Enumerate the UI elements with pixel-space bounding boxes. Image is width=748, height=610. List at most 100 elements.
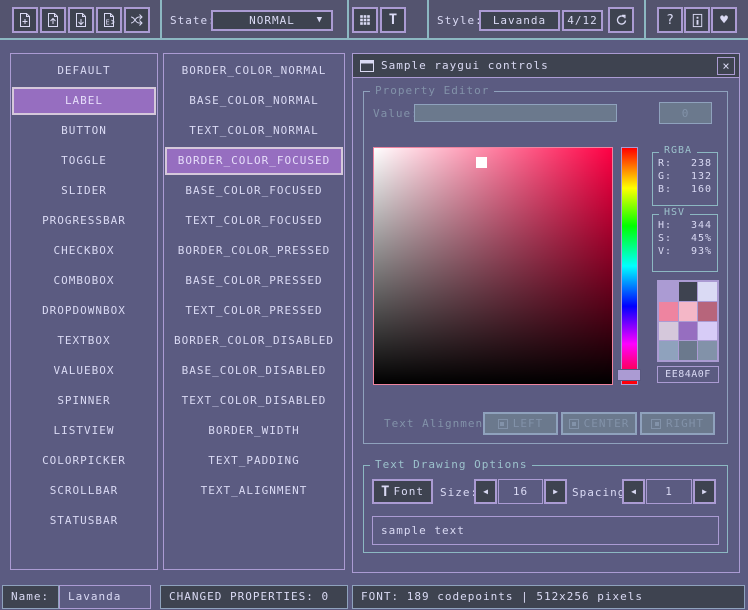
align-center-button[interactable]: CENTER (561, 412, 637, 435)
style-color-swatch (698, 282, 717, 301)
controls-list-item[interactable]: STATUSBAR (11, 506, 157, 536)
properties-list-item[interactable]: BORDER_COLOR_FOCUSED (165, 147, 343, 175)
align-right-icon (651, 419, 661, 429)
properties-list-item[interactable]: BORDER_COLOR_PRESSED (164, 236, 344, 266)
style-color-swatch (698, 322, 717, 341)
hue-bar[interactable] (621, 147, 638, 385)
heart-icon: ♥ (720, 14, 728, 27)
window-icon (360, 60, 374, 72)
reload-icon (614, 13, 629, 28)
b-label: B: (658, 183, 672, 196)
properties-list-item[interactable]: BORDER_COLOR_DISABLED (164, 326, 344, 356)
toolbar: E State: NORMAL ▼ T Style: Lavanda 4/12 (0, 0, 748, 40)
properties-list-item[interactable]: BORDER_WIDTH (164, 416, 344, 446)
properties-list-item[interactable]: BASE_COLOR_DISABLED (164, 356, 344, 386)
rguistyler-app: E State: NORMAL ▼ T Style: Lavanda 4/12 (0, 0, 748, 610)
font-tool-button[interactable]: T (380, 7, 406, 33)
size-decrease-button[interactable]: ◀ (474, 479, 497, 504)
r-value: 238 (691, 157, 712, 170)
align-left-button[interactable]: LEFT (483, 412, 558, 435)
reload-style-button[interactable] (608, 7, 634, 33)
window-titlebar[interactable]: Sample raygui controls × (353, 54, 739, 78)
align-right-button[interactable]: RIGHT (640, 412, 715, 435)
grid-icon (358, 13, 372, 27)
b-value: 160 (691, 183, 712, 196)
properties-list-item[interactable]: BASE_COLOR_PRESSED (164, 266, 344, 296)
sample-text-input[interactable]: sample text (372, 516, 719, 545)
style-counter-value: 4/12 (567, 14, 598, 27)
name-label: Name: (11, 590, 49, 603)
style-name-input[interactable]: Lavanda (59, 585, 151, 609)
style-name-value: Lavanda (493, 14, 546, 27)
size-label: Size: (440, 486, 478, 499)
style-name-combobox[interactable]: Lavanda (479, 10, 560, 31)
spacing-increase-button[interactable]: ▶ (693, 479, 716, 504)
properties-list-item[interactable]: TEXT_COLOR_PRESSED (164, 296, 344, 326)
arrow-left-icon: ◀ (631, 487, 636, 496)
state-label: State: (170, 14, 216, 27)
controls-list-item[interactable]: LISTVIEW (11, 416, 157, 446)
controls-list-item[interactable]: VALUEBOX (11, 356, 157, 386)
style-color-swatch (659, 341, 678, 360)
size-increase-button[interactable]: ▶ (544, 479, 567, 504)
text-drawing-options-label: Text Drawing Options (370, 458, 532, 471)
style-counter-button[interactable]: 4/12 (562, 10, 603, 31)
properties-list-item[interactable]: TEXT_COLOR_NORMAL (164, 116, 344, 146)
style-color-swatch (659, 302, 678, 321)
controls-list-item[interactable]: SCROLLBAR (11, 476, 157, 506)
value-box[interactable]: 0 (659, 102, 712, 124)
style-color-swatch (698, 302, 717, 321)
style-color-swatch (679, 282, 698, 301)
new-style-button[interactable] (12, 7, 38, 33)
properties-list-item[interactable]: TEXT_ALIGNMENT (164, 476, 344, 506)
arrow-left-icon: ◀ (483, 487, 488, 496)
controls-list-item[interactable]: SLIDER (11, 176, 157, 206)
export-style-button[interactable]: E (96, 7, 122, 33)
properties-list-item[interactable]: BASE_COLOR_NORMAL (164, 86, 344, 116)
controls-list-item[interactable]: SPINNER (11, 386, 157, 416)
sponsor-button[interactable]: ♥ (711, 7, 737, 33)
hue-slider-handle[interactable] (617, 369, 641, 381)
controls-list-item[interactable]: LABEL (12, 87, 156, 115)
font-button-text: Font (393, 485, 424, 498)
state-value: NORMAL (249, 14, 295, 27)
size-value-box[interactable]: 16 (498, 479, 543, 504)
controls-list-item[interactable]: PROGRESSBAR (11, 206, 157, 236)
controls-list-item[interactable]: COMBOBOX (11, 266, 157, 296)
controls-list-item[interactable]: COLORPICKER (11, 446, 157, 476)
color-picker-cursor[interactable] (476, 157, 487, 168)
text-icon: T (389, 13, 397, 27)
spacing-decrease-button[interactable]: ◀ (622, 479, 645, 504)
controls-list-item[interactable]: DROPDOWNBOX (11, 296, 157, 326)
save-style-button[interactable] (68, 7, 94, 33)
spacing-value-box[interactable]: 1 (646, 479, 692, 504)
font-button[interactable]: T Font (372, 479, 433, 504)
load-style-button[interactable] (40, 7, 66, 33)
rgba-group: RGBA R:238 G:132 B:160 (652, 152, 718, 206)
controls-list-item[interactable]: BUTTON (11, 116, 157, 146)
controls-list-item[interactable]: DEFAULT (11, 56, 157, 86)
help-button[interactable]: ? (657, 7, 683, 33)
properties-list-item[interactable]: BASE_COLOR_FOCUSED (164, 176, 344, 206)
hex-color-input[interactable]: EE84A0F (657, 366, 719, 383)
align-right-text: RIGHT (666, 417, 704, 430)
window-close-button[interactable]: × (717, 57, 735, 75)
value-label: Value: (373, 107, 419, 120)
properties-list-item[interactable]: TEXT_PADDING (164, 446, 344, 476)
h-value: 344 (691, 219, 712, 232)
controls-list-item[interactable]: TEXTBOX (11, 326, 157, 356)
about-button[interactable] (684, 7, 710, 33)
value-slider[interactable] (414, 104, 617, 122)
font-info-text: FONT: 189 codepoints | 512x256 pixels (361, 590, 643, 603)
controls-list-item[interactable]: CHECKBOX (11, 236, 157, 266)
grid-view-button[interactable] (352, 7, 378, 33)
properties-list-item[interactable]: TEXT_COLOR_FOCUSED (164, 206, 344, 236)
properties-list-item[interactable]: TEXT_COLOR_DISABLED (164, 386, 344, 416)
g-label: G: (658, 170, 672, 183)
controls-list-item[interactable]: TOGGLE (11, 146, 157, 176)
random-style-button[interactable] (124, 7, 150, 33)
properties-list-item[interactable]: BORDER_COLOR_NORMAL (164, 56, 344, 86)
state-dropdown[interactable]: NORMAL ▼ (211, 10, 333, 31)
align-center-icon (569, 419, 579, 429)
color-picker-panel[interactable] (373, 147, 613, 385)
